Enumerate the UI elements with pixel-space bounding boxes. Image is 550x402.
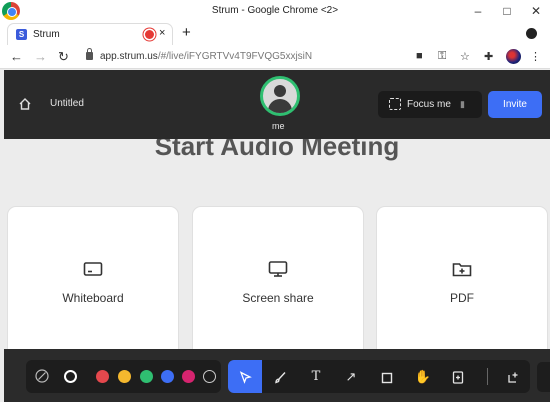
- star-icon[interactable]: ☆: [460, 50, 470, 63]
- user-label: me: [272, 121, 285, 131]
- tab-title: Strum: [33, 29, 60, 40]
- close-window-button[interactable]: ✕: [527, 3, 545, 19]
- whiteboard-label: Whiteboard: [62, 291, 124, 305]
- arrow-icon: ↗: [345, 369, 357, 384]
- maximize-button[interactable]: □: [498, 3, 516, 19]
- whiteboard-icon: [83, 262, 103, 276]
- back-icon[interactable]: ←: [10, 49, 23, 64]
- forward-icon[interactable]: →: [34, 49, 47, 64]
- color-swatch-green[interactable]: [140, 370, 153, 383]
- text-icon: T: [311, 369, 321, 384]
- hand-tool[interactable]: ✋: [406, 360, 440, 393]
- profile-avatar[interactable]: [506, 49, 521, 64]
- color-picker-swatch[interactable]: [203, 370, 216, 383]
- toolbar-divider: [487, 368, 488, 385]
- monitor-icon: [268, 261, 288, 277]
- camera-icon[interactable]: ■: [416, 50, 423, 62]
- focus-icon: [389, 98, 401, 110]
- title-bar: Strum - Google Chrome <2> – □ ✕: [0, 0, 550, 22]
- new-tab-button[interactable]: +: [182, 25, 191, 41]
- color-swatch-blue[interactable]: [161, 370, 174, 383]
- strum-favicon-icon: S: [16, 29, 27, 40]
- menu-icon[interactable]: ⋮: [530, 50, 541, 63]
- tab-search-icon[interactable]: [526, 28, 537, 39]
- brush-tool[interactable]: [263, 360, 297, 393]
- focus-label: Focus me: [407, 99, 451, 110]
- color-swatch-pink[interactable]: [182, 370, 195, 383]
- add-file-icon: [452, 371, 464, 384]
- cursor-icon: [239, 371, 252, 384]
- insert-frame-icon: [507, 372, 517, 383]
- arrow-tool[interactable]: ↗: [334, 360, 368, 393]
- url-field[interactable]: app.strum.us/#/live/iFYGRTVv4T9FVQG5xxjs…: [100, 51, 312, 62]
- key-icon[interactable]: ⚿: [438, 50, 446, 63]
- app-header: Untitled me Focus me ▮ Invite: [4, 70, 550, 139]
- recording-icon: [145, 30, 154, 39]
- select-tool[interactable]: [228, 360, 262, 393]
- minimize-button[interactable]: –: [469, 3, 487, 19]
- folder-plus-icon: [452, 263, 472, 277]
- pdf-label: PDF: [450, 291, 474, 305]
- avatar[interactable]: [260, 76, 300, 116]
- invite-button[interactable]: Invite: [488, 91, 542, 118]
- window-title: Strum - Google Chrome <2>: [211, 5, 339, 16]
- page-title: Start Audio Meeting: [154, 139, 400, 161]
- insert-frame-tool[interactable]: [496, 360, 530, 393]
- document-title[interactable]: Untitled: [50, 98, 84, 109]
- pdf-card[interactable]: PDF: [377, 207, 547, 349]
- reload-icon[interactable]: ↻: [58, 49, 69, 65]
- screen-share-label: Screen share: [242, 291, 314, 305]
- main-area: Start Audio Meeting Whiteboard Screen sh…: [4, 139, 550, 349]
- rectangle-icon: [381, 372, 393, 383]
- hand-icon: ✋: [414, 369, 432, 384]
- focus-me-button[interactable]: Focus me ▮: [378, 91, 482, 118]
- extensions-icon[interactable]: ✚: [484, 50, 493, 63]
- url-path: /#/live/iFYGRTVv4T9FVQG5xxjsiN: [157, 51, 313, 62]
- lock-icon: [86, 48, 93, 60]
- address-bar: ← → ↻ app.strum.us/#/live/iFYGRTVv4T9FVQ…: [0, 45, 550, 69]
- rectangle-tool[interactable]: [370, 360, 404, 393]
- color-swatch-yellow[interactable]: [118, 370, 131, 383]
- add-file-tool[interactable]: [441, 360, 475, 393]
- no-color-icon[interactable]: [34, 368, 50, 384]
- whiteboard-card[interactable]: Whiteboard: [8, 207, 178, 349]
- tab-strip: S Strum × +: [0, 22, 550, 45]
- tab-strum[interactable]: S Strum ×: [8, 24, 172, 45]
- text-tool[interactable]: T: [299, 360, 333, 393]
- color-swatch-red[interactable]: [96, 370, 109, 383]
- url-host: app.strum.us: [100, 51, 158, 62]
- more-tools-button[interactable]: [537, 362, 550, 392]
- pin-icon[interactable]: ▮: [460, 99, 465, 110]
- outline-color-swatch[interactable]: [64, 370, 77, 383]
- screen-share-card[interactable]: Screen share: [193, 207, 363, 349]
- tab-close-button[interactable]: ×: [159, 27, 165, 39]
- home-icon[interactable]: [18, 97, 32, 111]
- brush-icon: [274, 372, 286, 384]
